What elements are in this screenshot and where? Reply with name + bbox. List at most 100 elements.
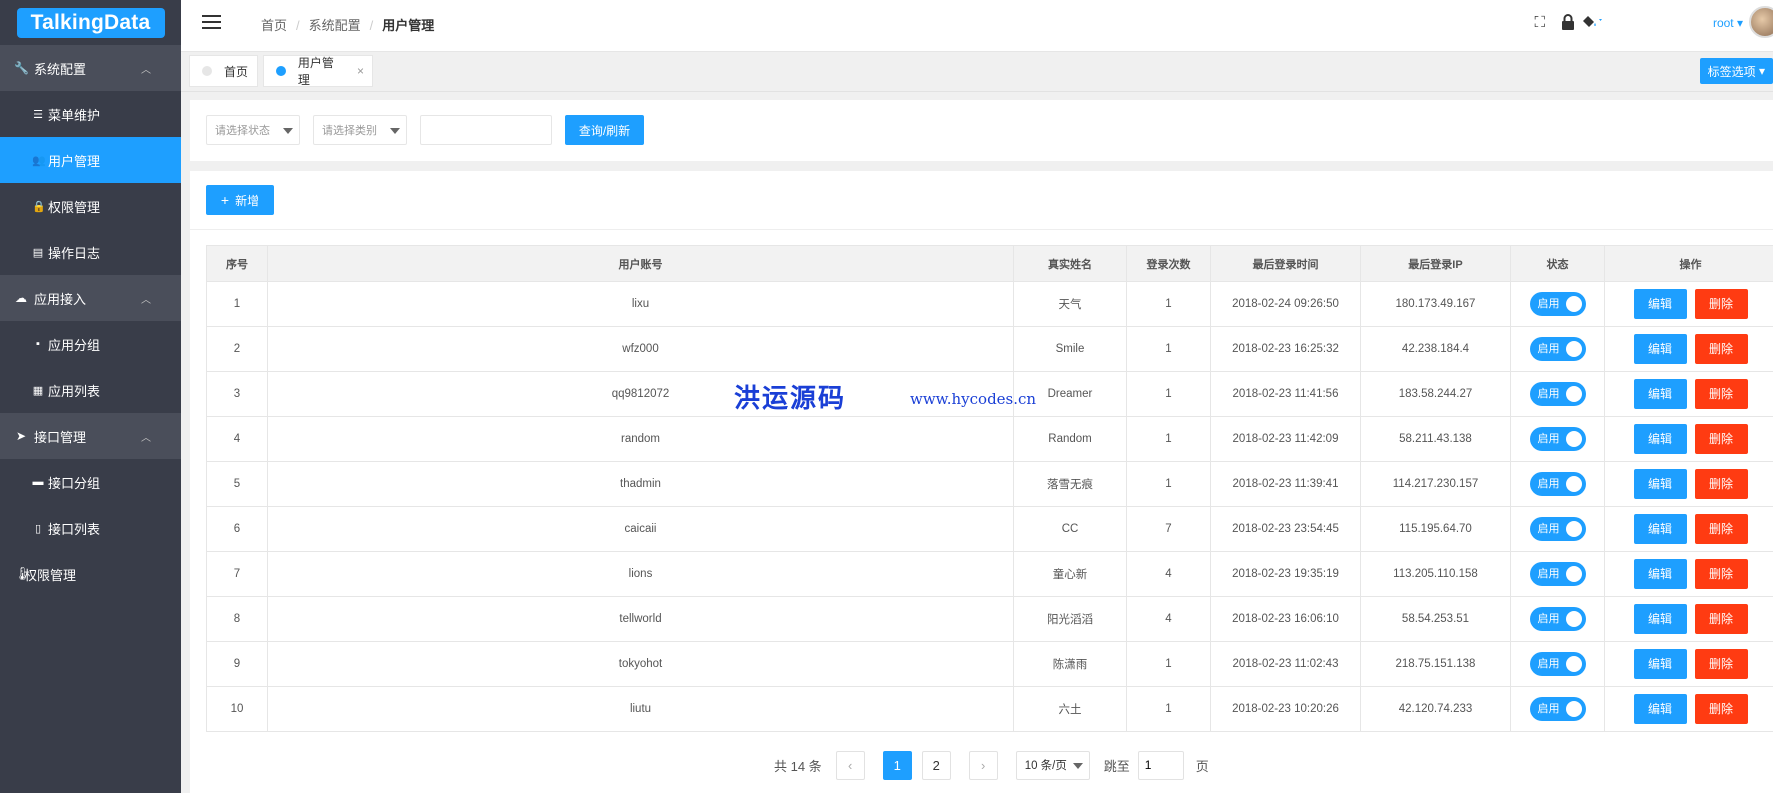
cell-login-count: 1 — [1126, 641, 1211, 687]
status-toggle[interactable]: 启用 — [1529, 382, 1586, 406]
delete-button[interactable]: 删除 — [1694, 559, 1748, 589]
breadcrumb-home[interactable]: 首页 — [261, 18, 287, 33]
col-header-login-count[interactable]: 登录次数 — [1126, 245, 1211, 282]
filter-bar: 请选择状态 请选择类别 查询/刷新 — [190, 100, 1773, 161]
cell-index: 10 — [206, 686, 268, 732]
cell-login-count: 4 — [1126, 596, 1211, 642]
log-icon: ▤ — [32, 246, 44, 259]
edit-button[interactable]: 编辑 — [1633, 514, 1687, 544]
logo[interactable]: TalkingData — [0, 0, 181, 45]
sidebar-item-logs[interactable]: ▤ 操作日志 — [0, 229, 181, 275]
cell-last-login-time: 2018-02-23 16:25:32 — [1210, 326, 1361, 372]
user-menu[interactable]: root ▾ — [1713, 16, 1743, 30]
sidebar-item-label: 接口列表 — [48, 521, 101, 537]
delete-button[interactable]: 删除 — [1694, 604, 1748, 634]
tab-options-button[interactable]: 标签选项 ▾ — [1699, 58, 1773, 84]
cell-last-login-ip: 218.75.151.138 — [1360, 641, 1511, 687]
theme-paint-icon[interactable] — [1581, 14, 1605, 32]
status-toggle[interactable]: 启用 — [1529, 337, 1586, 361]
sidebar-item-api-list[interactable]: ▯ 接口列表 — [0, 505, 181, 551]
col-header-realname[interactable]: 真实姓名 — [1013, 245, 1127, 282]
breadcrumb-system[interactable]: 系统配置 — [309, 18, 361, 33]
cell-index: 2 — [206, 326, 268, 372]
cell-last-login-time: 2018-02-23 19:35:19 — [1210, 551, 1361, 597]
delete-button[interactable]: 删除 — [1694, 334, 1748, 364]
delete-button[interactable]: 删除 — [1694, 379, 1748, 409]
cell-last-login-ip: 58.211.43.138 — [1360, 416, 1511, 462]
query-refresh-button[interactable]: 查询/刷新 — [565, 115, 644, 145]
sidebar-item-api-groups[interactable]: ▬ 接口分组 — [0, 459, 181, 505]
toggle-knob — [1565, 611, 1582, 627]
delete-button[interactable]: 删除 — [1694, 694, 1748, 724]
status-toggle[interactable]: 启用 — [1529, 517, 1586, 541]
page-1-button[interactable]: 1 — [882, 750, 912, 780]
delete-button[interactable]: 删除 — [1694, 424, 1748, 454]
fullscreen-icon[interactable]: ⛶ — [1534, 14, 1545, 31]
sidebar-item-permissions[interactable]: 🔒 权限管理 — [0, 183, 181, 229]
lock-icon[interactable] — [1561, 14, 1575, 34]
sidebar-group-system[interactable]: 🔧 系统配置 ︿ — [0, 45, 181, 91]
edit-button[interactable]: 编辑 — [1633, 334, 1687, 364]
sidebar-item-menu[interactable]: ☰ 菜单维护 — [0, 91, 181, 137]
sidebar-item-app-list[interactable]: ▦ 应用列表 — [0, 367, 181, 413]
cell-last-login-ip: 115.195.64.70 — [1360, 506, 1511, 552]
type-select[interactable]: 请选择类别 — [313, 115, 407, 145]
status-toggle[interactable]: 启用 — [1529, 652, 1586, 676]
prev-page-button[interactable]: ‹ — [835, 750, 865, 780]
edit-button[interactable]: 编辑 — [1633, 559, 1687, 589]
tab-user-management[interactable]: 用户管理 × — [263, 55, 373, 87]
sidebar-item-users[interactable]: 👥 用户管理 — [0, 137, 181, 183]
delete-button[interactable]: 删除 — [1694, 289, 1748, 319]
col-header-index[interactable]: 序号 — [206, 245, 268, 282]
status-toggle[interactable]: 启用 — [1529, 562, 1586, 586]
col-header-actions[interactable]: 操作 — [1604, 245, 1773, 282]
page-2-button[interactable]: 2 — [921, 750, 951, 780]
cell-index: 7 — [206, 551, 268, 597]
edit-button[interactable]: 编辑 — [1633, 649, 1687, 679]
edit-button[interactable]: 编辑 — [1633, 424, 1687, 454]
tab-home[interactable]: 首页 — [189, 55, 258, 87]
col-header-last-login-time[interactable]: 最后登录时间 — [1210, 245, 1361, 282]
jump-page-input[interactable] — [1137, 750, 1184, 780]
delete-button[interactable]: 删除 — [1694, 469, 1748, 499]
cell-actions: 编辑 删除 — [1604, 551, 1773, 597]
status-toggle[interactable]: 启用 — [1529, 472, 1586, 496]
file-icon: ▯ — [34, 522, 42, 535]
sidebar-group-label: 接口管理 — [34, 429, 87, 445]
col-header-status[interactable]: 状态 — [1510, 245, 1605, 282]
status-select[interactable]: 请选择状态 — [206, 115, 300, 145]
next-page-button[interactable]: › — [968, 750, 998, 780]
status-toggle[interactable]: 启用 — [1529, 292, 1586, 316]
delete-button[interactable]: 删除 — [1694, 514, 1748, 544]
delete-button[interactable]: 删除 — [1694, 649, 1748, 679]
close-icon[interactable]: × — [357, 64, 364, 78]
sidebar-item-app-groups[interactable]: ▪ 应用分组 — [0, 321, 181, 367]
edit-button[interactable]: 编辑 — [1633, 694, 1687, 724]
cell-account: caicaii — [267, 506, 1014, 552]
cell-last-login-time: 2018-02-23 23:54:45 — [1210, 506, 1361, 552]
edit-button[interactable]: 编辑 — [1633, 289, 1687, 319]
cell-realname: 落雪无痕 — [1013, 461, 1127, 507]
col-header-last-login-ip[interactable]: 最后登录IP — [1360, 245, 1511, 282]
sidebar-group-api[interactable]: ➤ 接口管理 ︿ — [0, 413, 181, 459]
edit-button[interactable]: 编辑 — [1633, 604, 1687, 634]
status-toggle[interactable]: 启用 — [1529, 697, 1586, 721]
logo-text: TalkingData — [16, 7, 165, 38]
menu-toggle-icon[interactable] — [202, 15, 221, 29]
search-input[interactable] — [420, 115, 552, 145]
status-toggle[interactable]: 启用 — [1529, 607, 1586, 631]
status-toggle[interactable]: 启用 — [1529, 427, 1586, 451]
status-toggle-label: 启用 — [1537, 523, 1560, 535]
edit-button[interactable]: 编辑 — [1633, 379, 1687, 409]
sidebar-group-apps[interactable]: ☁ 应用接入 ︿ — [0, 275, 181, 321]
user-table: 序号 用户账号 真实姓名 登录次数 最后登录时间 最后登录IP 状态 操作 1l… — [206, 245, 1773, 732]
sidebar-item-permission-mgmt[interactable]: 🌡 权限管理 — [0, 551, 181, 597]
col-header-account[interactable]: 用户账号 — [267, 245, 1014, 282]
sidebar-item-label: 应用分组 — [48, 337, 101, 353]
add-button[interactable]: + 新增 — [206, 185, 274, 215]
per-page-select[interactable]: 10 条/页 — [1015, 750, 1090, 780]
edit-button[interactable]: 编辑 — [1633, 469, 1687, 499]
cell-account: tellworld — [267, 596, 1014, 642]
chevron-up-icon: ︿ — [141, 432, 151, 444]
avatar[interactable] — [1749, 6, 1773, 38]
